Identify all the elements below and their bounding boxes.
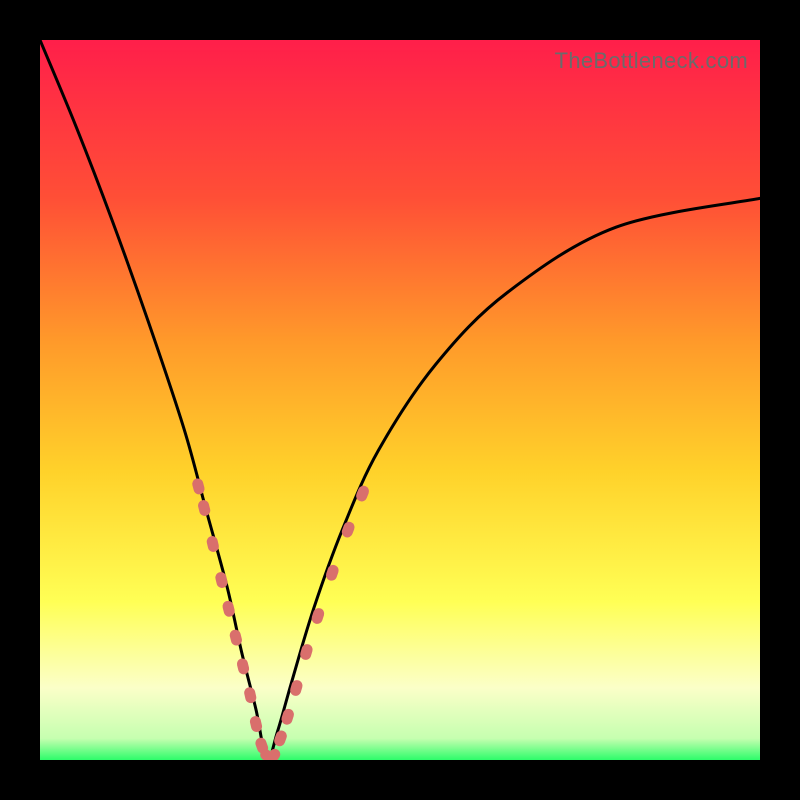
bottleneck-curve (40, 40, 760, 760)
curve-highlight-dot (197, 499, 212, 517)
curve-highlight-dot (340, 520, 356, 539)
curve-highlight-dot (354, 484, 370, 503)
plot-area: TheBottleneck.com (40, 40, 760, 760)
curve-highlight-dot (191, 477, 206, 495)
watermark-text: TheBottleneck.com (555, 48, 748, 74)
chart-frame: TheBottleneck.com (0, 0, 800, 800)
curve-layer (40, 40, 760, 760)
